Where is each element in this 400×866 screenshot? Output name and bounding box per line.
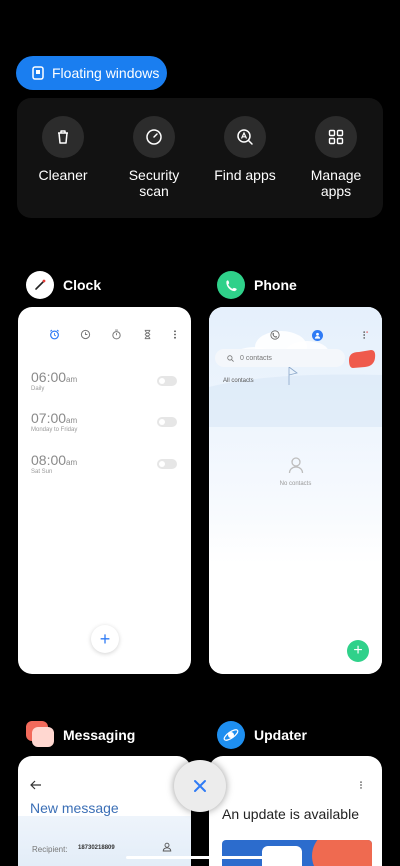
messaging-app-name: Messaging — [63, 727, 136, 743]
all-contacts-tab[interactable]: All contacts — [223, 378, 254, 384]
promo-badge[interactable] — [347, 348, 377, 370]
security-scan-button[interactable]: Security scan — [109, 116, 199, 199]
alarm-toggle[interactable] — [157, 417, 177, 427]
update-available-title: An update is available — [222, 806, 359, 822]
find-apps-icon — [224, 116, 266, 158]
add-contact-button[interactable]: + — [347, 640, 369, 662]
cleaner-button[interactable]: Cleaner — [18, 116, 108, 183]
home-indicator[interactable] — [126, 856, 274, 859]
messaging-app-icon — [26, 721, 54, 749]
grid-icon — [315, 116, 357, 158]
clock-app-icon — [26, 271, 54, 299]
search-placeholder: 0 contacts — [240, 354, 272, 362]
alarm-icon[interactable] — [49, 329, 60, 340]
person-icon — [288, 457, 304, 474]
more-icon[interactable] — [173, 329, 177, 340]
phone-tab-icon[interactable] — [270, 330, 280, 340]
alarm-item[interactable]: 06:00am Daily — [31, 369, 77, 392]
security-icon — [133, 116, 175, 158]
contacts-search-input[interactable]: 0 contacts — [215, 349, 345, 367]
messaging-app-card[interactable]: New message Recipient: 18730218809 — [18, 756, 191, 866]
stopwatch-icon[interactable] — [111, 329, 122, 340]
alarm-item[interactable]: 07:00am Monday to Friday — [31, 410, 77, 433]
world-clock-icon[interactable] — [80, 329, 91, 340]
updater-app-name: Updater — [254, 727, 307, 743]
updater-app-header[interactable]: Updater — [217, 721, 307, 749]
contact-picker-icon[interactable] — [162, 842, 172, 852]
floating-windows-button[interactable]: Floating windows — [16, 56, 167, 90]
add-alarm-button[interactable]: + — [91, 625, 119, 653]
clear-all-button[interactable] — [174, 760, 226, 812]
search-icon — [227, 354, 234, 362]
messaging-app-header[interactable]: Messaging — [26, 721, 135, 749]
update-banner — [222, 840, 372, 866]
phone-more-icon[interactable] — [361, 330, 369, 340]
back-arrow-icon[interactable] — [30, 780, 42, 790]
clock-app-name: Clock — [63, 277, 102, 293]
updater-app-card[interactable]: An update is available — [209, 756, 382, 866]
floating-windows-label: Floating windows — [52, 65, 160, 81]
cloud-illustration — [209, 331, 382, 427]
manage-apps-button[interactable]: Manage apps — [291, 116, 381, 199]
contacts-tab-icon[interactable] — [312, 330, 323, 341]
phone-app-header[interactable]: Phone — [217, 271, 297, 299]
close-icon — [194, 780, 206, 792]
trash-icon — [42, 116, 84, 158]
alarm-item[interactable]: 08:00am Sat Sun — [31, 452, 77, 475]
alarm-toggle[interactable] — [157, 376, 177, 386]
phone-app-name: Phone — [254, 277, 297, 293]
updater-app-icon — [217, 721, 245, 749]
floating-window-icon — [32, 66, 44, 80]
alarm-toggle[interactable] — [157, 459, 177, 469]
timer-icon[interactable] — [142, 329, 153, 340]
phone-app-icon — [217, 271, 245, 299]
clock-app-card[interactable]: 06:00am Daily 07:00am Monday to Friday 0… — [18, 307, 191, 674]
find-apps-button[interactable]: Find apps — [200, 116, 290, 183]
phone-app-card[interactable]: 0 contacts All contacts No contacts + — [209, 307, 382, 674]
clock-app-header[interactable]: Clock — [26, 271, 101, 299]
recipient-value[interactable]: 18730218809 — [78, 845, 115, 851]
recipient-label: Recipient: — [32, 845, 68, 854]
no-contacts-text: No contacts — [279, 481, 312, 487]
quick-tools-panel: Cleaner Security scan Find apps Manage a… — [17, 98, 383, 218]
updater-more-icon[interactable] — [359, 780, 363, 790]
new-message-title: New message — [30, 800, 119, 816]
